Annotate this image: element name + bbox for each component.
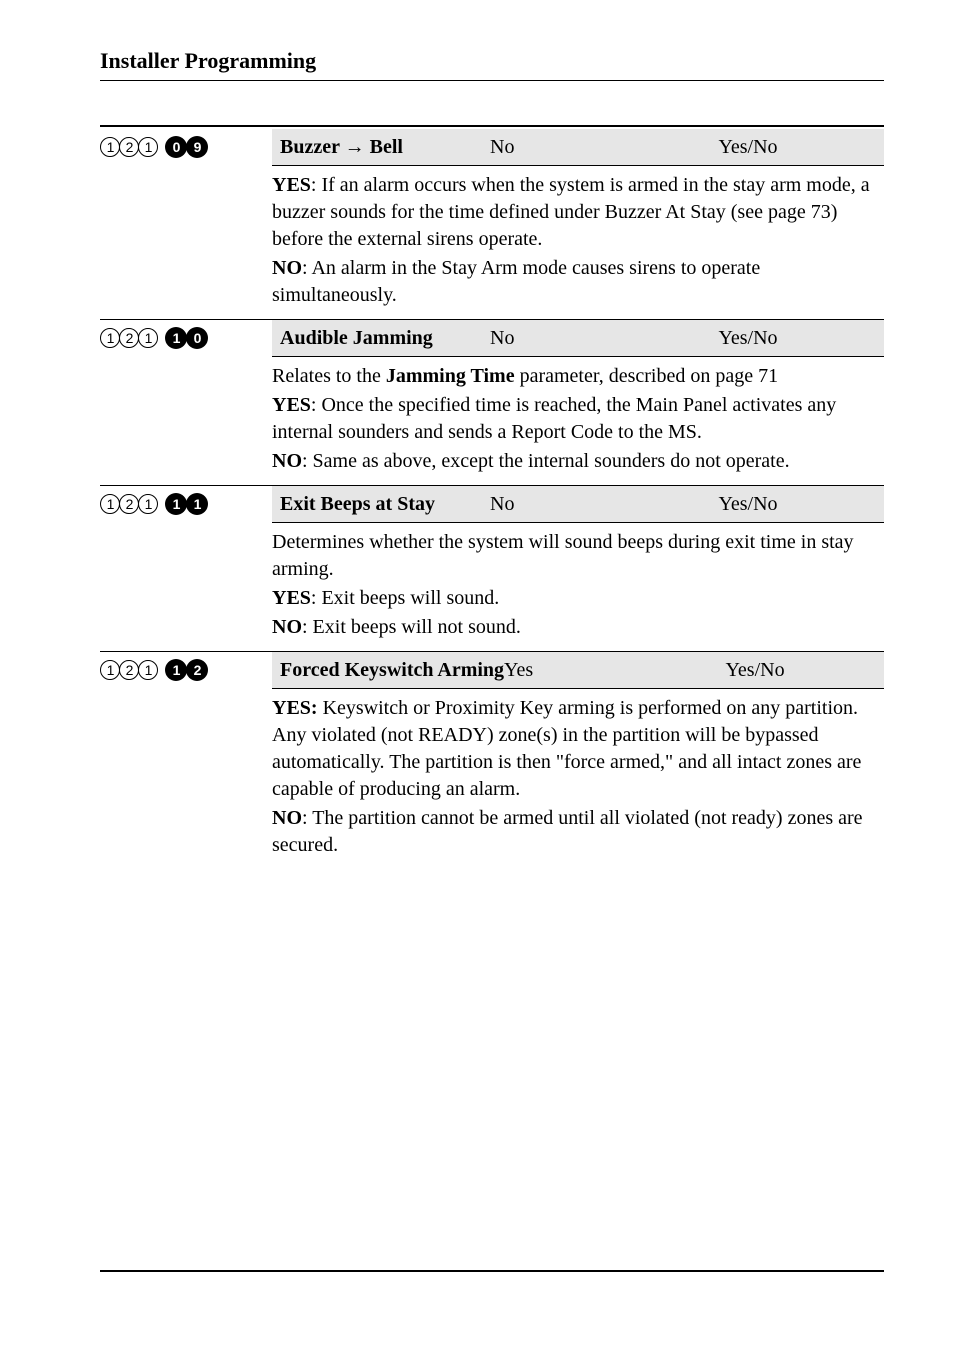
code-digit-icon: 1 <box>165 493 187 515</box>
code-digit-icon: 1 <box>138 494 158 514</box>
code-column: 12109 <box>100 129 272 158</box>
footer-rule <box>100 1270 884 1272</box>
content-column: Buzzer → Bell No Yes/No YES: If an alarm… <box>272 129 884 319</box>
code-digit-icon: 2 <box>186 659 208 681</box>
param-name: Forced Keyswitch Arming <box>280 659 504 682</box>
section-row: 12109 Buzzer → Bell No Yes/No YES: If an… <box>100 129 884 319</box>
desc-line: YES: Once the specified time is reached,… <box>272 392 884 446</box>
code-digit-icon: 1 <box>138 660 158 680</box>
content-column: Audible Jamming No Yes/No Relates to the… <box>272 320 884 485</box>
code-digit-icon: 2 <box>119 494 139 514</box>
code-digit-icon: 1 <box>186 493 208 515</box>
code-column: 12110 <box>100 320 272 349</box>
desc-line: NO: An alarm in the Stay Arm mode causes… <box>272 255 884 309</box>
code-digit-icon: 2 <box>119 660 139 680</box>
code-column: 12112 <box>100 652 272 681</box>
code-digit-icon: 9 <box>186 136 208 158</box>
param-name: Exit Beeps at Stay <box>280 493 490 516</box>
desc-line: Relates to the Jamming Time parameter, d… <box>272 363 884 390</box>
param-range: Yes/No <box>620 493 876 516</box>
content-column: Forced Keyswitch Arming Yes Yes/No YES: … <box>272 652 884 869</box>
param-default: Yes <box>504 659 634 682</box>
section-row: 12110 Audible Jamming No Yes/No Relates … <box>100 320 884 485</box>
section-row: 12112 Forced Keyswitch Arming Yes Yes/No… <box>100 652 884 869</box>
param-description: Determines whether the system will sound… <box>272 523 884 651</box>
code-column: 12111 <box>100 486 272 515</box>
section-audible-jamming: 12110 Audible Jamming No Yes/No Relates … <box>100 319 884 485</box>
code-digit-icon: 1 <box>100 660 120 680</box>
code-digit-icon: 1 <box>100 137 120 157</box>
desc-line: NO: Same as above, except the internal s… <box>272 448 884 475</box>
section-row: 12111 Exit Beeps at Stay No Yes/No Deter… <box>100 486 884 651</box>
desc-line: Determines whether the system will sound… <box>272 529 884 583</box>
param-range: Yes/No <box>620 136 876 159</box>
param-name: Buzzer → Bell <box>280 136 490 159</box>
param-header-row: Exit Beeps at Stay No Yes/No <box>272 486 884 522</box>
code-digit-icon: 2 <box>119 328 139 348</box>
section-exit-beeps: 12111 Exit Beeps at Stay No Yes/No Deter… <box>100 485 884 651</box>
param-header-row: Audible Jamming No Yes/No <box>272 320 884 356</box>
param-header-row: Forced Keyswitch Arming Yes Yes/No <box>272 652 884 688</box>
param-description: YES: Keyswitch or Proximity Key arming i… <box>272 689 884 869</box>
code-digit-icon: 1 <box>165 327 187 349</box>
page: Installer Programming 12109 Buzzer → Bel… <box>0 0 954 1352</box>
code-digit-icon: 0 <box>186 327 208 349</box>
desc-line: YES: If an alarm occurs when the system … <box>272 172 884 253</box>
desc-line: NO: Exit beeps will not sound. <box>272 614 884 641</box>
param-range: Yes/No <box>620 327 876 350</box>
code-digit-icon: 2 <box>119 137 139 157</box>
code-digit-icon: 1 <box>165 659 187 681</box>
param-header-row: Buzzer → Bell No Yes/No <box>272 129 884 165</box>
desc-line: YES: Keyswitch or Proximity Key arming i… <box>272 695 884 803</box>
desc-line: YES: Exit beeps will sound. <box>272 585 884 612</box>
page-header-title: Installer Programming <box>100 48 884 74</box>
code-digit-icon: 1 <box>100 494 120 514</box>
code-digit-icon: 1 <box>138 137 158 157</box>
code-digit-icon: 1 <box>100 328 120 348</box>
param-description: Relates to the Jamming Time parameter, d… <box>272 357 884 485</box>
section-buzzer-bell: 12109 Buzzer → Bell No Yes/No YES: If an… <box>100 125 884 319</box>
desc-line: NO: The partition cannot be armed until … <box>272 805 884 859</box>
content-column: Exit Beeps at Stay No Yes/No Determines … <box>272 486 884 651</box>
section-forced-keyswitch: 12112 Forced Keyswitch Arming Yes Yes/No… <box>100 651 884 869</box>
param-name: Audible Jamming <box>280 327 490 350</box>
header-rule <box>100 80 884 81</box>
param-default: No <box>490 493 620 516</box>
param-range: Yes/No <box>634 659 876 682</box>
code-digit-icon: 0 <box>165 136 187 158</box>
param-default: No <box>490 327 620 350</box>
param-default: No <box>490 136 620 159</box>
section-rule <box>100 125 884 127</box>
code-digit-icon: 1 <box>138 328 158 348</box>
param-description: YES: If an alarm occurs when the system … <box>272 166 884 319</box>
